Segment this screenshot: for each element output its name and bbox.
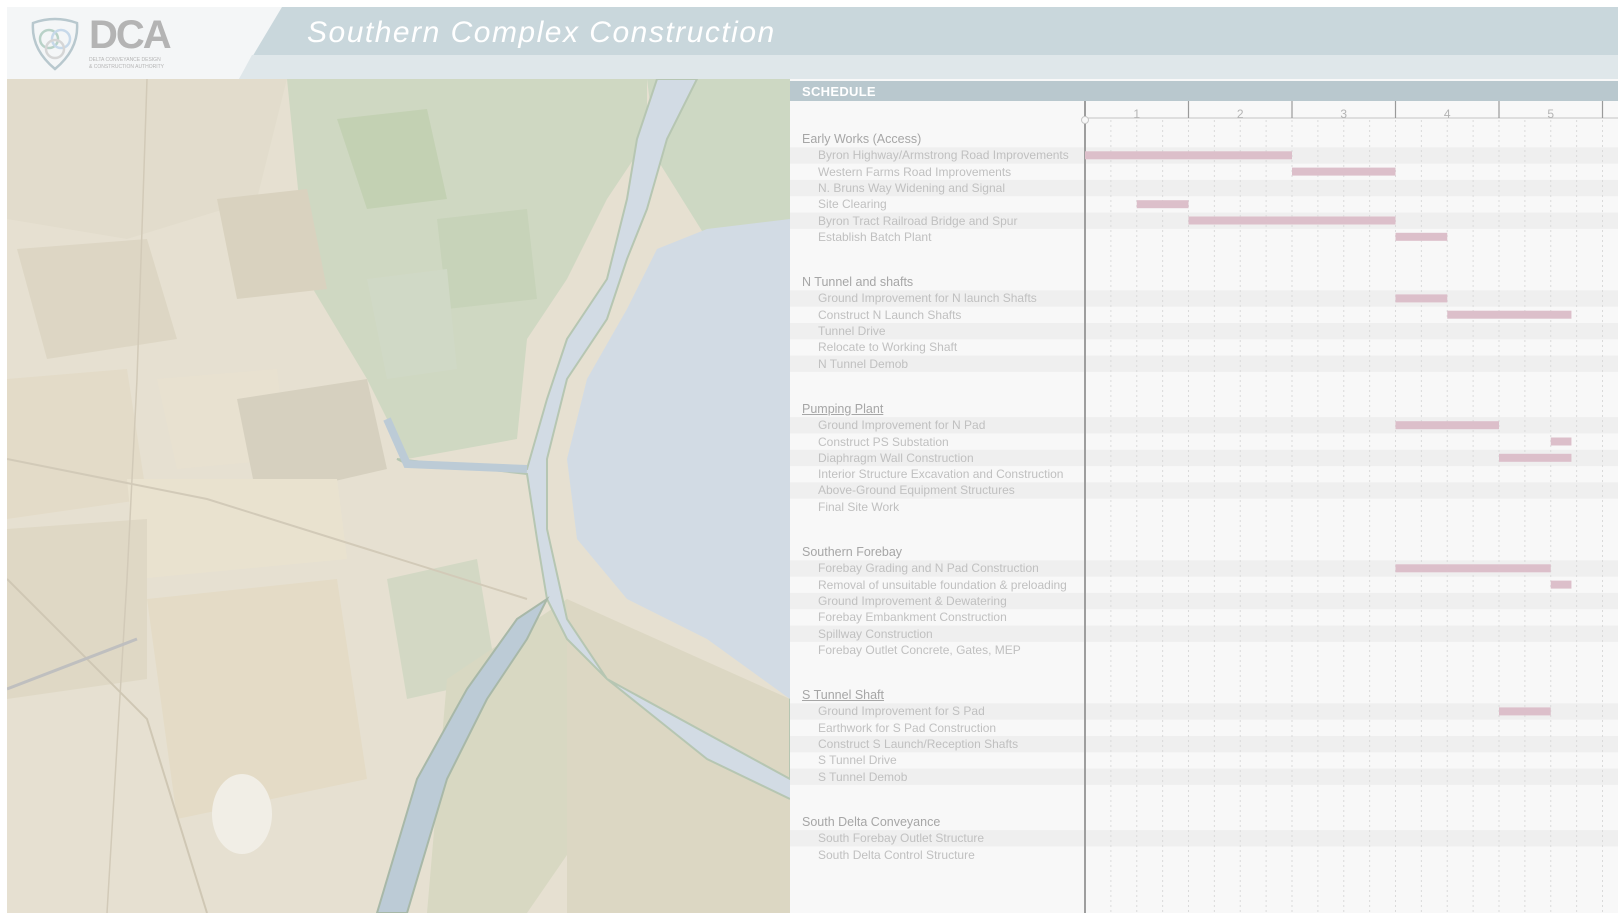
- period-label: 1: [1133, 107, 1141, 121]
- gantt-bar: [1395, 564, 1551, 573]
- task-label: Construct PS Substation: [818, 434, 949, 449]
- gantt-bar: [1499, 453, 1572, 462]
- task-label: Establish Batch Plant: [818, 229, 932, 244]
- gantt-bar: [1550, 437, 1572, 446]
- gantt-bar: [1447, 310, 1572, 319]
- gantt-bar: [1499, 707, 1551, 716]
- task-label: N. Bruns Way Widening and Signal: [818, 180, 1005, 195]
- logo-subtitle-line1: DELTA CONVEYANCE DESIGN: [89, 57, 161, 63]
- gantt-bar: [1550, 580, 1572, 589]
- task-label: Forebay Grading and N Pad Construction: [818, 561, 1039, 576]
- task-label: N Tunnel Demob: [818, 356, 909, 371]
- logo-wordmark: DCA: [89, 13, 172, 57]
- gantt-bar: [1188, 216, 1396, 225]
- presentation-slide: DCA DELTA CONVEYANCE DESIGN & CONSTRUCTI…: [7, 7, 1618, 913]
- task-label: Ground Improvement & Dewatering: [818, 593, 1007, 608]
- row-stripe: [790, 768, 1618, 785]
- logo-subtitle-line2: & CONSTRUCTION AUTHORITY: [89, 64, 165, 70]
- task-label: Ground Improvement for S Pad: [818, 704, 985, 719]
- page-title: Southern Complex Construction: [307, 16, 776, 49]
- title-band: [239, 7, 1618, 79]
- gantt-bar: [1395, 294, 1448, 303]
- task-label: Removal of unsuitable foundation & prelo…: [818, 577, 1067, 592]
- period-label: 5: [1547, 107, 1555, 121]
- schedule-panel: SCHEDULE 1 2 3 4 5 Early Works (Access) Byron…: [790, 79, 1618, 913]
- task-label: Ground Improvement for N Pad: [818, 418, 986, 433]
- task-label: Relocate to Working Shaft: [818, 340, 958, 355]
- task-label: Ground Improvement for N launch Shafts: [818, 291, 1037, 306]
- group-heading: Pumping Plant: [802, 401, 884, 416]
- task-label: Diaphragm Wall Construction: [818, 450, 974, 465]
- row-stripe: [790, 355, 1618, 372]
- group-heading: S Tunnel Shaft: [802, 688, 885, 703]
- aerial-map-image: [7, 79, 790, 913]
- task-label: Earthwork for S Pad Construction: [818, 720, 997, 735]
- task-label: Byron Highway/Armstrong Road Improvement…: [818, 148, 1069, 163]
- task-label: South Forebay Outlet Structure: [818, 831, 985, 846]
- task-label: Site Clearing: [818, 197, 887, 212]
- task-label: Construct N Launch Shafts: [818, 307, 962, 322]
- task-label: South Delta Control Structure: [818, 847, 975, 862]
- group-heading: Southern Forebay: [802, 545, 903, 559]
- task-label: Final Site Work: [818, 499, 900, 514]
- task-label: S Tunnel Drive: [818, 753, 897, 768]
- period-label: 2: [1236, 107, 1244, 121]
- task-label: S Tunnel Demob: [818, 769, 908, 784]
- schedule-title: SCHEDULE: [802, 84, 876, 99]
- task-label: Construct S Launch/Reception Shafts: [818, 737, 1019, 751]
- task-label: Above-Ground Equipment Structures: [818, 483, 1015, 498]
- period-label: 3: [1340, 107, 1348, 121]
- task-label: Forebay Outlet Concrete, Gates, MEP: [818, 642, 1021, 657]
- task-label: Forebay Embankment Construction: [818, 610, 1007, 625]
- gantt-bar: [1085, 151, 1292, 160]
- schedule-header: SCHEDULE: [790, 81, 1618, 101]
- group-heading: Early Works (Access): [802, 132, 922, 146]
- dca-logo: DCA DELTA CONVEYANCE DESIGN & CONSTRUCTI…: [29, 13, 189, 73]
- timeline-origin-marker: [1081, 116, 1089, 124]
- task-label: Tunnel Drive: [818, 324, 886, 338]
- task-label: Western Farms Road Improvements: [818, 164, 1012, 179]
- group-heading: South Delta Conveyance: [802, 814, 941, 829]
- task-label: Spillway Construction: [818, 626, 933, 641]
- task-label: Interior Structure Excavation and Constr…: [818, 467, 1064, 482]
- gantt-bar: [1395, 421, 1499, 430]
- row-stripe: [790, 323, 1618, 340]
- header-bar: DCA DELTA CONVEYANCE DESIGN & CONSTRUCTI…: [7, 7, 1618, 79]
- gantt-bar: [1136, 200, 1189, 209]
- task-label: Byron Tract Railroad Bridge and Spur: [818, 213, 1018, 228]
- gantt-bar: [1292, 167, 1396, 176]
- group-heading: N Tunnel and shafts: [802, 275, 914, 290]
- gantt-bar: [1395, 232, 1448, 241]
- period-label: 4: [1443, 107, 1451, 121]
